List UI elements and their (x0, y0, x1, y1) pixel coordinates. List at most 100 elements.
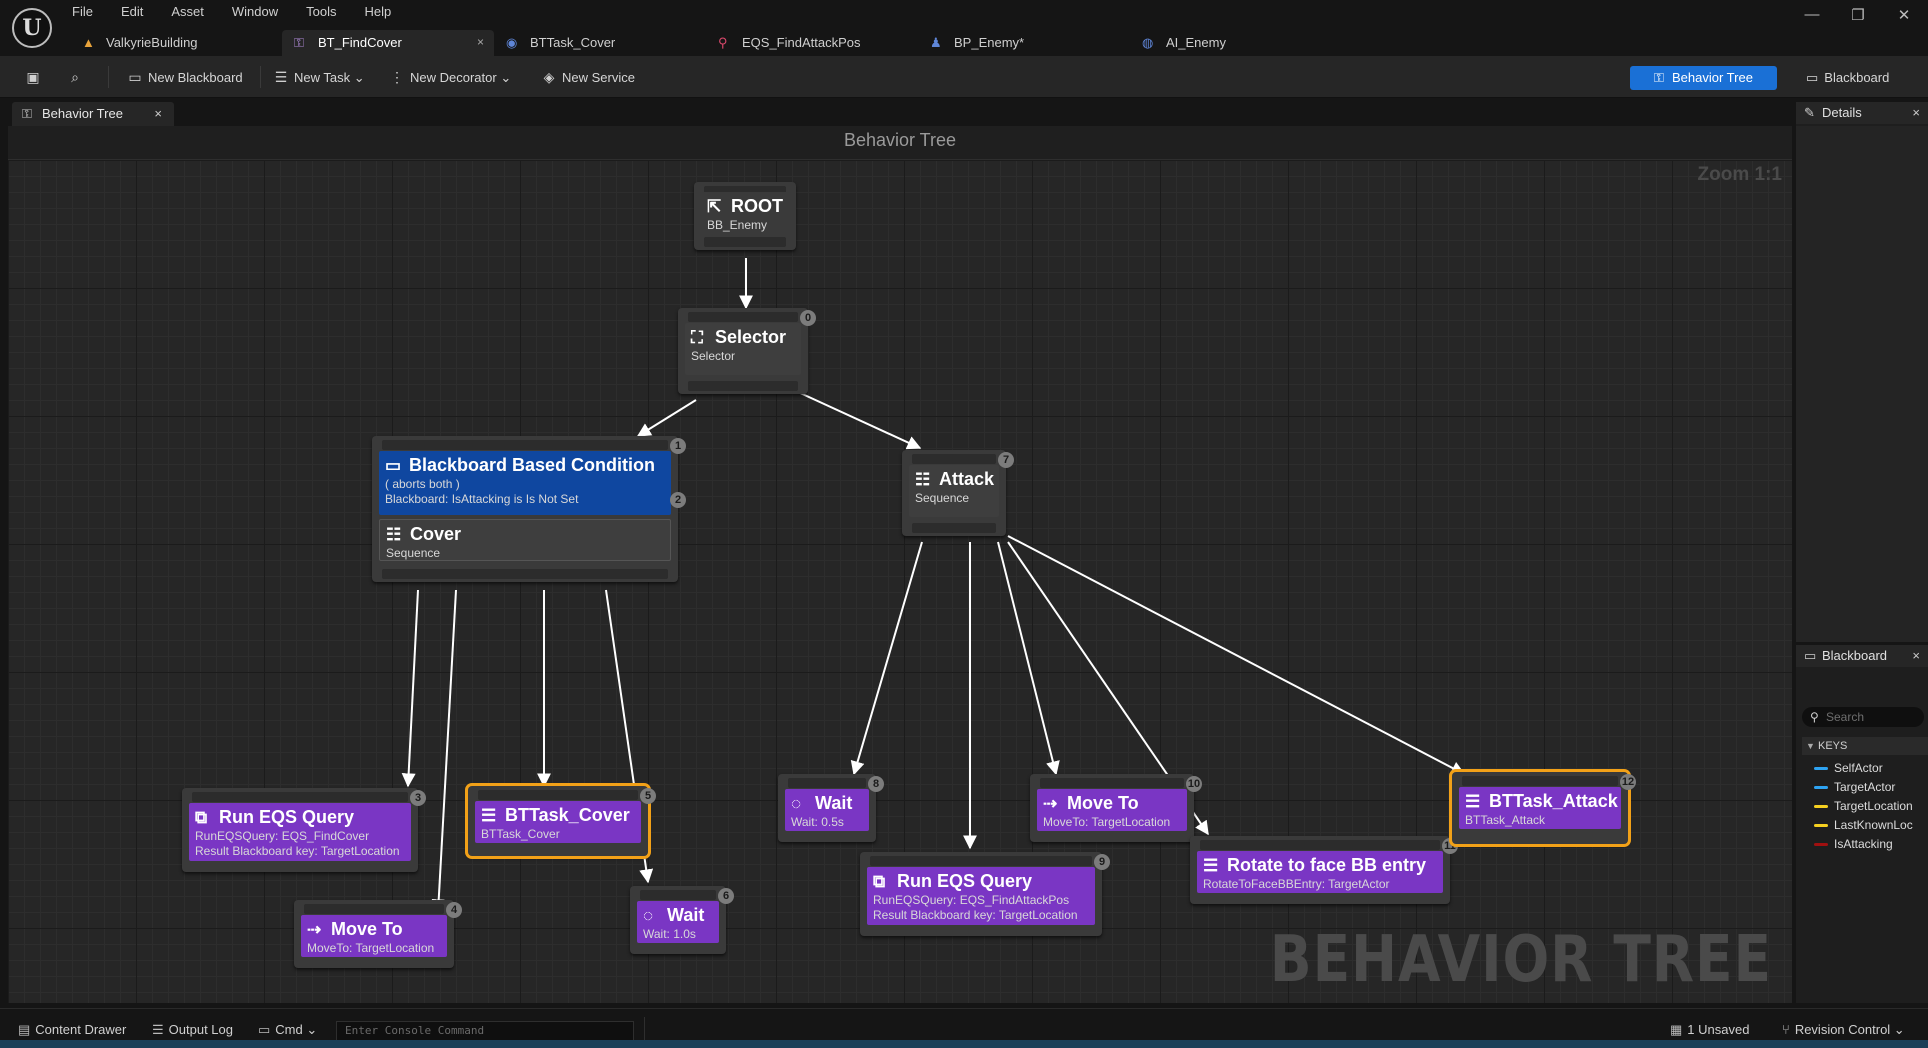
toolbar-divider (108, 66, 109, 88)
key-type-swatch (1814, 843, 1828, 847)
browse-button[interactable]: ⌕ (66, 64, 88, 90)
blackboard-key[interactable]: LastKnownLoc (1814, 816, 1913, 834)
execution-index-badge: 8 (868, 776, 884, 792)
root-icon: ⇱ (707, 197, 722, 216)
execution-index-badge: 4 (446, 902, 462, 918)
doc-tab-ai-enemy[interactable]: ◍ AI_Enemy (1130, 30, 1342, 56)
node-pin (870, 856, 1092, 866)
restore-button[interactable]: ❐ (1848, 6, 1868, 24)
tab-blackboard[interactable]: ▭ Blackboard × (1796, 645, 1928, 667)
output-log-button[interactable]: ☰ Output Log (152, 1021, 233, 1039)
eqs-query-name: RunEQSQuery: EQS_FindAttackPos (873, 893, 1070, 907)
root-node[interactable]: ⇱ ROOT BB_Enemy (694, 182, 796, 250)
behavior-tree-icon: ⚿ (22, 106, 32, 121)
new-blackboard-button[interactable]: ▭ New Blackboard (126, 64, 242, 90)
wire-selector-cover (636, 399, 697, 437)
chevron-down-icon: ⌄ (302, 1022, 318, 1037)
new-service-label: New Service (562, 70, 635, 85)
node-pin (382, 569, 668, 579)
console-command-input[interactable]: Enter Console Command (336, 1021, 634, 1041)
close-window-button[interactable]: ✕ (1894, 6, 1914, 24)
unsaved-button[interactable]: ▦ 1 Unsaved (1670, 1021, 1749, 1039)
menu-asset[interactable]: Asset (161, 2, 214, 22)
rotate-to-face-node[interactable]: ☰ Rotate to face BB entry RotateToFaceBBE… (1190, 836, 1458, 904)
key-type-swatch (1814, 786, 1828, 790)
move-to-attack-node[interactable]: ⇢ Move To MoveTo: TargetLocation 10 (1030, 774, 1202, 842)
node-body: ⇱ ROOT BB_Enemy (701, 192, 789, 234)
selector-icon: ⛶ (691, 328, 703, 347)
doc-tab-bttask-cover[interactable]: ◉ BTTask_Cover (494, 30, 706, 56)
eqs-result-key: Result Blackboard key: TargetLocation (873, 908, 1078, 922)
run-eqs-query-attack-node[interactable]: ⧉ Run EQS Query RunEQSQuery: EQS_FindAtta… (860, 852, 1110, 936)
tab-details[interactable]: ✎ Details × (1796, 102, 1928, 124)
menu-file[interactable]: File (62, 2, 103, 22)
node-subtitle: BTTask_Cover (481, 827, 560, 841)
new-decorator-button[interactable]: ⋮ New Decorator ⌄ (388, 64, 511, 90)
wait-attack-node[interactable]: ◌ Wait Wait: 0.5s 8 (778, 774, 884, 842)
blackboard-key[interactable]: IsAttacking (1814, 835, 1893, 853)
node-body: ☰ Rotate to face BB entry RotateToFaceBBE… (1197, 851, 1443, 893)
node-body: ☷ Attack Sequence (909, 465, 999, 517)
doc-tab-bt-findcover[interactable]: ⚿ BT_FindCover × (282, 30, 494, 56)
blackboard-key[interactable]: TargetActor (1814, 778, 1895, 796)
toolbar-divider (260, 66, 261, 88)
behavior-tree-mode-button[interactable]: ⚿ Behavior Tree (1630, 66, 1777, 90)
doc-tab-eqs-findattackpos[interactable]: ⚲ EQS_FindAttackPos (706, 30, 918, 56)
bttask-attack-node[interactable]: ☰ BTTask_Attack BTTask_Attack 12 (1452, 772, 1636, 844)
doc-tab-bp-enemy[interactable]: ♟ BP_Enemy* (918, 30, 1130, 56)
node-pin (912, 523, 996, 533)
menu-bar: File Edit Asset Window Tools Help (62, 2, 409, 22)
save-button[interactable]: ▣ (24, 64, 46, 90)
menu-help[interactable]: Help (354, 2, 401, 22)
cover-sequence-node[interactable]: ▭ Blackboard Based Condition ( aborts bot… (372, 436, 686, 582)
close-tab-icon[interactable]: × (477, 35, 484, 49)
minimize-button[interactable]: — (1802, 6, 1822, 24)
move-to-cover-node[interactable]: ⇢ Move To MoveTo: TargetLocation 4 (294, 900, 462, 968)
unsaved-label: 1 Unsaved (1687, 1022, 1750, 1037)
node-title: BTTask_Cover (505, 805, 630, 825)
wire-attack-move (997, 541, 1060, 776)
tab-behavior-tree[interactable]: ⚿ Behavior Tree × (12, 102, 174, 126)
node-title: Blackboard Based Condition (409, 455, 656, 475)
eqs-icon: ⚲ (718, 35, 728, 50)
close-tab-icon[interactable]: × (1912, 102, 1920, 124)
execution-index-badge: 9 (1094, 854, 1110, 870)
node-title: Cover (410, 524, 462, 544)
unreal-engine-logo[interactable]: U (12, 8, 52, 48)
graph-header: Behavior Tree (8, 126, 1792, 160)
node-subtitle: Wait: 0.5s (791, 815, 844, 829)
blackboard-condition-decorator[interactable]: ▭ Blackboard Based Condition ( aborts bot… (379, 451, 671, 515)
key-name: TargetLocation (1834, 799, 1913, 813)
keys-category-header[interactable]: ▼ KEYS (1802, 737, 1928, 755)
blackboard-key[interactable]: TargetLocation (1814, 797, 1913, 815)
wire-cover-eqs (401, 589, 419, 788)
cmd-label: Cmd (275, 1022, 303, 1037)
cmd-dropdown[interactable]: ▭ Cmd ⌄ (258, 1021, 317, 1039)
pencil-icon: ✎ (1804, 105, 1815, 120)
menu-edit[interactable]: Edit (111, 2, 153, 22)
close-tab-icon[interactable]: × (154, 102, 162, 126)
node-body: ☰ BTTask_Attack BTTask_Attack (1459, 787, 1621, 829)
doc-tab-label: BP_Enemy* (954, 35, 1025, 50)
blackboard-key[interactable]: SelfActor (1814, 759, 1883, 777)
selector-node[interactable]: ⛶ Selector Selector 0 (678, 308, 816, 394)
details-panel: ✎ Details × (1796, 102, 1928, 642)
menu-window[interactable]: Window (222, 2, 288, 22)
new-task-button[interactable]: ☰ New Task ⌄ (272, 64, 365, 90)
new-service-button[interactable]: ◈ New Service (540, 64, 635, 90)
menu-tools[interactable]: Tools (296, 2, 346, 22)
blackboard-search-input[interactable]: ⚲ Search (1802, 707, 1924, 727)
bttask-cover-node[interactable]: ☰ BTTask_Cover BTTask_Cover 5 (468, 786, 656, 856)
blackboard-mode-button[interactable]: ▭ Blackboard (1806, 66, 1889, 90)
execution-index-badge: 10 (1186, 776, 1202, 792)
content-drawer-button[interactable]: ▤ Content Drawer (18, 1021, 126, 1039)
close-tab-icon[interactable]: × (1912, 645, 1920, 667)
run-eqs-query-cover-node[interactable]: ⧉ Run EQS Query RunEQSQuery: EQS_FindCove… (182, 788, 426, 872)
behavior-tree-graph[interactable]: Zoom 1:1 ⇱ ROOT BB_Enemy ⛶ Selector Select… (8, 160, 1792, 1003)
keys-header-label: KEYS (1818, 740, 1848, 752)
doc-tab-valkyriebuilding[interactable]: ▲ ValkyrieBuilding (70, 30, 282, 56)
wait-cover-node[interactable]: ◌ Wait Wait: 1.0s 6 (630, 886, 734, 954)
revision-control-button[interactable]: ⑂ Revision Control ⌄ (1782, 1021, 1905, 1039)
attack-sequence-node[interactable]: ☷ Attack Sequence 7 (902, 450, 1014, 536)
blackboard-icon: ▭ (1804, 648, 1817, 663)
